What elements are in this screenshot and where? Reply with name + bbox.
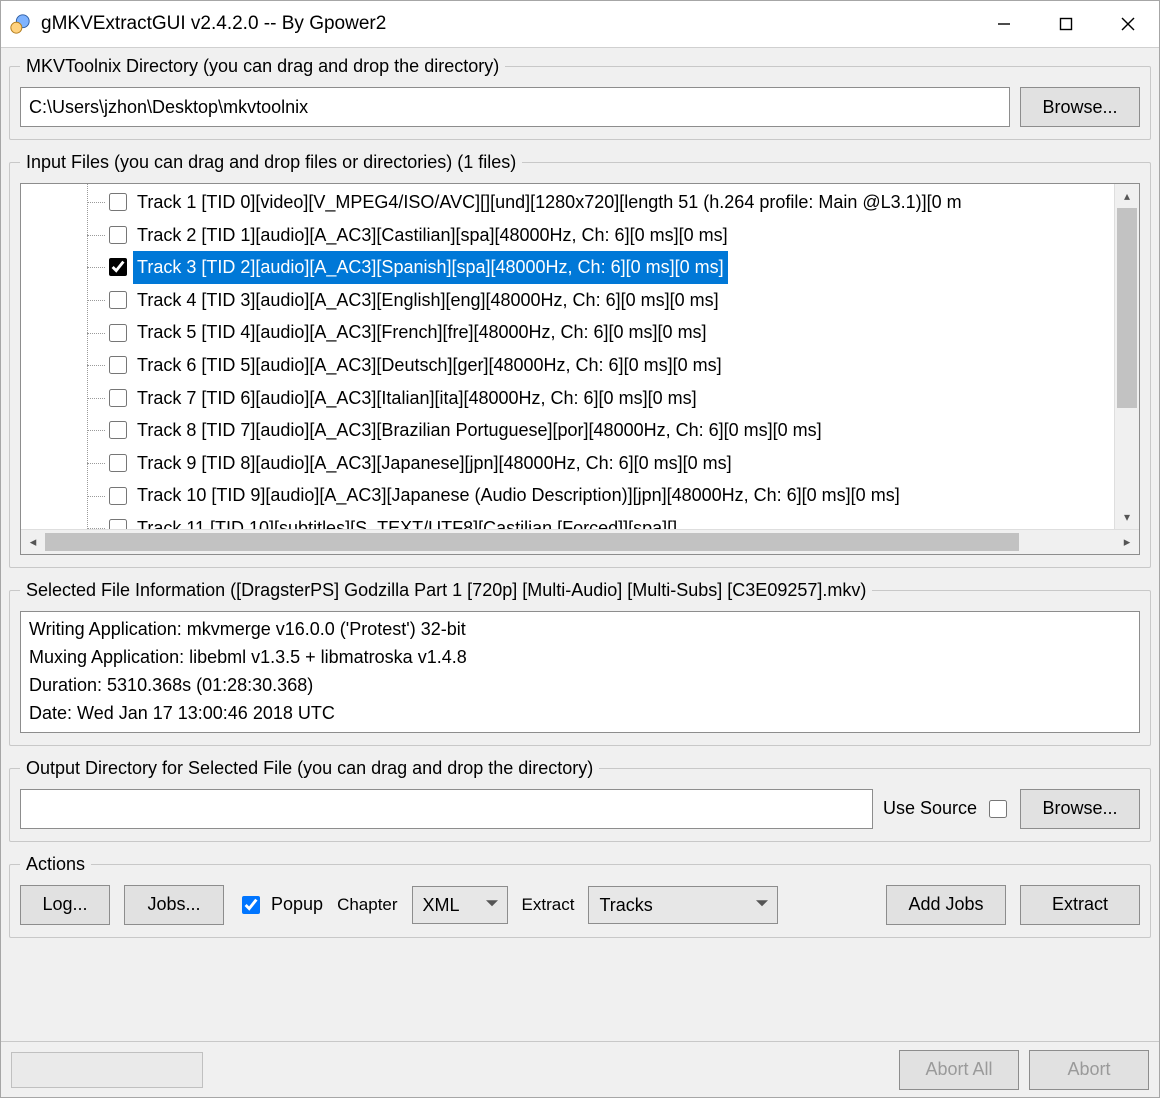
minimize-button[interactable] xyxy=(973,1,1035,47)
scroll-thumb-horizontal[interactable] xyxy=(45,533,1019,551)
mkvtoolnix-browse-button[interactable]: Browse... xyxy=(1020,87,1140,127)
title-bar: gMKVExtractGUI v2.4.2.0 -- By Gpower2 xyxy=(1,1,1159,48)
track-item[interactable]: Track 3 [TID 2][audio][A_AC3][Spanish][s… xyxy=(91,251,1114,284)
mkvtoolnix-directory-input[interactable] xyxy=(20,87,1010,127)
extract-button[interactable]: Extract xyxy=(1020,885,1140,925)
track-label: Track 1 [TID 0][video][V_MPEG4/ISO/AVC][… xyxy=(133,186,966,219)
scroll-up-icon[interactable]: ▴ xyxy=(1115,184,1139,208)
track-item[interactable]: Track 6 [TID 5][audio][A_AC3][Deutsch][g… xyxy=(91,349,1114,382)
output-directory-group: Output Directory for Selected File (you … xyxy=(9,758,1151,842)
tracks-vertical-scrollbar[interactable]: ▴ ▾ xyxy=(1114,184,1139,529)
chapter-format-select[interactable]: XML xyxy=(412,886,508,924)
tracks-horizontal-scrollbar[interactable]: ◂ ▸ xyxy=(21,529,1139,554)
track-item[interactable]: Track 2 [TID 1][audio][A_AC3][Castilian]… xyxy=(91,219,1114,252)
track-label: Track 8 [TID 7][audio][A_AC3][Brazilian … xyxy=(133,414,826,447)
scroll-right-icon[interactable]: ▸ xyxy=(1115,530,1139,554)
track-checkbox[interactable] xyxy=(109,291,127,309)
file-info-legend: Selected File Information ([DragsterPS] … xyxy=(20,580,872,601)
track-checkbox[interactable] xyxy=(109,324,127,342)
track-item[interactable]: Track 7 [TID 6][audio][A_AC3][Italian][i… xyxy=(91,382,1114,415)
output-browse-button[interactable]: Browse... xyxy=(1020,789,1140,829)
maximize-button[interactable] xyxy=(1035,1,1097,47)
input-files-legend: Input Files (you can drag and drop files… xyxy=(20,152,522,173)
track-label: Track 2 [TID 1][audio][A_AC3][Castilian]… xyxy=(133,219,732,252)
track-checkbox[interactable] xyxy=(109,454,127,472)
track-item[interactable]: Track 10 [TID 9][audio][A_AC3][Japanese … xyxy=(91,479,1114,512)
jobs-button[interactable]: Jobs... xyxy=(124,885,224,925)
extract-mode-select[interactable]: Tracks xyxy=(588,886,778,924)
chapter-label: Chapter xyxy=(337,895,397,915)
track-label: Track 10 [TID 9][audio][A_AC3][Japanese … xyxy=(133,479,904,512)
track-item[interactable]: Track 1 [TID 0][video][V_MPEG4/ISO/AVC][… xyxy=(91,186,1114,219)
actions-legend: Actions xyxy=(20,854,91,875)
track-item[interactable]: Track 11 [TID 10][subtitles][S_TEXT/UTF8… xyxy=(91,512,1114,529)
app-icon xyxy=(9,13,31,35)
popup-label: Popup xyxy=(271,894,323,915)
client-area: MKVToolnix Directory (you can drag and d… xyxy=(1,48,1159,1041)
track-checkbox[interactable] xyxy=(109,258,127,276)
track-item[interactable]: Track 4 [TID 3][audio][A_AC3][English][e… xyxy=(91,284,1114,317)
track-item[interactable]: Track 8 [TID 7][audio][A_AC3][Brazilian … xyxy=(91,414,1114,447)
input-files-group: Input Files (you can drag and drop files… xyxy=(9,152,1151,568)
output-directory-legend: Output Directory for Selected File (you … xyxy=(20,758,599,779)
scroll-down-icon[interactable]: ▾ xyxy=(1115,505,1139,529)
track-label: Track 9 [TID 8][audio][A_AC3][Japanese][… xyxy=(133,447,736,480)
main-window: gMKVExtractGUI v2.4.2.0 -- By Gpower2 MK… xyxy=(0,0,1160,1098)
track-label: Track 7 [TID 6][audio][A_AC3][Italian][i… xyxy=(133,382,701,415)
progress-bar xyxy=(11,1052,203,1088)
track-checkbox[interactable] xyxy=(109,226,127,244)
scroll-thumb-vertical[interactable] xyxy=(1117,208,1137,408)
add-jobs-button[interactable]: Add Jobs xyxy=(886,885,1006,925)
use-source-checkbox[interactable]: Use Source xyxy=(883,797,1010,821)
file-info-group: Selected File Information ([DragsterPS] … xyxy=(9,580,1151,746)
abort-button[interactable]: Abort xyxy=(1029,1050,1149,1090)
track-checkbox[interactable] xyxy=(109,519,127,529)
track-checkbox[interactable] xyxy=(109,389,127,407)
actions-group: Actions Log... Jobs... Popup Chapter XML… xyxy=(9,854,1151,938)
tracks-tree[interactable]: Track 1 [TID 0][video][V_MPEG4/ISO/AVC][… xyxy=(20,183,1140,555)
popup-checkbox-input[interactable] xyxy=(242,896,260,914)
track-checkbox[interactable] xyxy=(109,193,127,211)
use-source-label: Use Source xyxy=(883,798,977,819)
output-directory-input[interactable] xyxy=(20,789,873,829)
track-label: Track 5 [TID 4][audio][A_AC3][French][fr… xyxy=(133,316,711,349)
scroll-left-icon[interactable]: ◂ xyxy=(21,530,45,554)
mkvtoolnix-directory-legend: MKVToolnix Directory (you can drag and d… xyxy=(20,56,505,77)
track-label: Track 4 [TID 3][audio][A_AC3][English][e… xyxy=(133,284,723,317)
track-label: Track 11 [TID 10][subtitles][S_TEXT/UTF8… xyxy=(133,512,681,529)
close-button[interactable] xyxy=(1097,1,1159,47)
track-checkbox[interactable] xyxy=(109,421,127,439)
log-button[interactable]: Log... xyxy=(20,885,110,925)
track-item[interactable]: Track 9 [TID 8][audio][A_AC3][Japanese][… xyxy=(91,447,1114,480)
abort-all-button[interactable]: Abort All xyxy=(899,1050,1019,1090)
track-item[interactable]: Track 5 [TID 4][audio][A_AC3][French][fr… xyxy=(91,316,1114,349)
track-checkbox[interactable] xyxy=(109,487,127,505)
popup-checkbox[interactable]: Popup xyxy=(238,893,323,917)
track-label: Track 6 [TID 5][audio][A_AC3][Deutsch][g… xyxy=(133,349,726,382)
window-title: gMKVExtractGUI v2.4.2.0 -- By Gpower2 xyxy=(41,13,973,35)
extract-label: Extract xyxy=(522,895,575,915)
file-info-text: Writing Application: mkvmerge v16.0.0 ('… xyxy=(20,611,1140,733)
track-label: Track 3 [TID 2][audio][A_AC3][Spanish][s… xyxy=(133,251,728,284)
track-checkbox[interactable] xyxy=(109,356,127,374)
mkvtoolnix-directory-group: MKVToolnix Directory (you can drag and d… xyxy=(9,56,1151,140)
use-source-checkbox-input[interactable] xyxy=(989,800,1007,818)
status-bar: Abort All Abort xyxy=(1,1041,1159,1097)
